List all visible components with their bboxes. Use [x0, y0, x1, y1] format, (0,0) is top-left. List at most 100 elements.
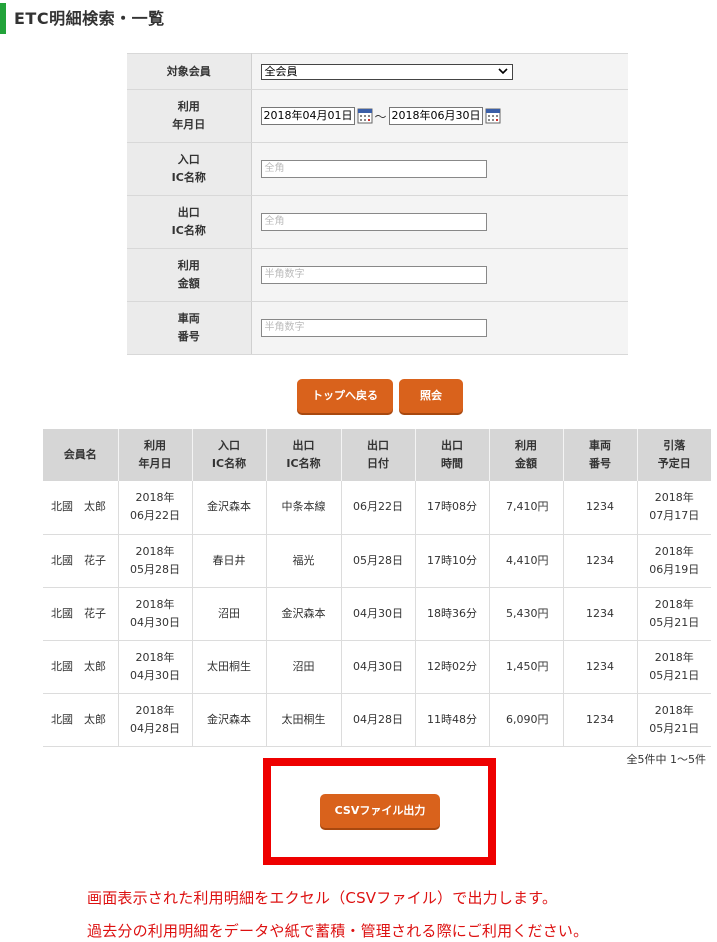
member-select-value: 全会員 — [264, 64, 298, 78]
vehicle-label-2: 番号 — [177, 330, 200, 343]
csv-note-line-2: 過去分の利用明細をデータや紙で蓄積・管理される際にご利用ください。 — [87, 922, 589, 940]
cell-vehicle: 1234 — [563, 693, 638, 747]
cell-date: 2018年 04月28日 — [118, 693, 193, 747]
cell-exit-ic: 太田桐生 — [266, 693, 342, 747]
cell-entry-ic: 春日井 — [192, 534, 267, 588]
cell-member: 北國 太郎 — [43, 481, 119, 535]
date-to-input[interactable]: 2018年06月30日 — [388, 107, 483, 125]
cell-member: 北國 花子 — [43, 587, 119, 641]
column-header: 車両 番号 — [563, 429, 638, 481]
cell-debit-date: 2018年 07月17日 — [637, 481, 711, 535]
member-select[interactable]: 全会員 — [260, 63, 513, 80]
cell-amount: 6,090円 — [489, 693, 564, 747]
cell-exit-ic: 沼田 — [266, 640, 342, 694]
form-row-vehicle: 車両番号 半角数字 — [127, 301, 628, 355]
cell-exit-time: 17時08分 — [415, 481, 490, 535]
cell-date: 2018年 05月28日 — [118, 534, 193, 588]
form-row-member: 対象会員 全会員 — [127, 53, 628, 90]
table-row: 北國 太郎 2018年 04月30日 太田桐生 沼田 04月30日 12時02分 … — [43, 640, 711, 694]
cell-amount: 1,450円 — [489, 640, 564, 694]
column-header: 出口 時間 — [415, 429, 490, 481]
table-row: 北國 太郎 2018年 04月28日 金沢森本 太田桐生 04月28日 11時48… — [43, 693, 711, 747]
amount-label-2: 金額 — [177, 277, 200, 290]
chevron-down-icon — [497, 67, 508, 74]
member-label: 対象会員 — [127, 53, 252, 90]
cell-exit-time: 17時10分 — [415, 534, 490, 588]
exit-ic-label-2: IC名称 — [171, 224, 206, 237]
column-header: 利用 年月日 — [118, 429, 193, 481]
cell-member: 北國 花子 — [43, 534, 119, 588]
column-header: 会員名 — [43, 429, 119, 481]
cell-exit-time: 12時02分 — [415, 640, 490, 694]
cell-debit-date: 2018年 05月21日 — [637, 693, 711, 747]
form-row-amount: 利用金額 半角数字 — [127, 248, 628, 302]
cell-entry-ic: 沼田 — [192, 587, 267, 641]
cell-exit-ic: 中条本線 — [266, 481, 342, 535]
cell-date: 2018年 04月30日 — [118, 587, 193, 641]
form-row-entry-ic: 入口 IC名称 全角 — [127, 142, 628, 196]
table-header-row: 会員名 利用 年月日 入口 IC名称 出口 IC名称 出口 日付 出口 時間 利用 金額 車… — [43, 429, 711, 481]
csv-export-button[interactable]: CSVファイル出力 — [320, 794, 440, 828]
cell-amount: 7,410円 — [489, 481, 564, 535]
cell-exit-date: 05月28日 — [341, 534, 416, 588]
column-header: 引落 予定日 — [637, 429, 711, 481]
amount-label-1: 利用 — [177, 259, 200, 272]
cell-date: 2018年 04月30日 — [118, 640, 193, 694]
cell-member: 北國 太郎 — [43, 640, 119, 694]
title-accent-bar — [0, 3, 6, 34]
period-label-2: 年月日 — [172, 118, 206, 131]
column-header: 出口 IC名称 — [266, 429, 342, 481]
cell-exit-ic: 福光 — [266, 534, 342, 588]
date-from-input[interactable]: 2018年04月01日 — [260, 107, 355, 125]
period-label-1: 利用 — [177, 100, 200, 113]
results-table: 会員名 利用 年月日 入口 IC名称 出口 IC名称 出口 日付 出口 時間 利用 金額 車… — [43, 429, 711, 747]
calendar-icon[interactable] — [357, 108, 373, 124]
cell-date: 2018年 06月22日 — [118, 481, 193, 535]
page-title: ETC明細検索・一覧 — [14, 9, 165, 28]
cell-debit-date: 2018年 05月21日 — [637, 587, 711, 641]
entry-ic-input[interactable]: 全角 — [260, 160, 487, 178]
table-row: 北國 花子 2018年 05月28日 春日井 福光 05月28日 17時10分 4… — [43, 534, 711, 588]
cell-debit-date: 2018年 05月21日 — [637, 640, 711, 694]
cell-vehicle: 1234 — [563, 587, 638, 641]
form-row-exit-ic: 出口 IC名称 全角 — [127, 195, 628, 249]
entry-ic-label-2: IC名称 — [171, 171, 206, 184]
column-header: 出口 日付 — [341, 429, 416, 481]
exit-ic-label-1: 出口 — [177, 206, 200, 219]
back-to-top-button[interactable]: トップへ戻る — [297, 379, 393, 413]
cell-exit-ic: 金沢森本 — [266, 587, 342, 641]
exit-ic-input[interactable]: 全角 — [260, 213, 487, 231]
search-form: 対象会員 全会員 利用 年月日 2018年04月01日 ～ 2018年06月30日… — [127, 53, 628, 355]
cell-entry-ic: 金沢森本 — [192, 693, 267, 747]
search-button[interactable]: 照会 — [399, 379, 463, 413]
cell-vehicle: 1234 — [563, 534, 638, 588]
cell-exit-date: 04月30日 — [341, 587, 416, 641]
cell-exit-date: 06月22日 — [341, 481, 416, 535]
table-row: 北國 太郎 2018年 06月22日 金沢森本 中条本線 06月22日 17時08… — [43, 481, 711, 535]
cell-amount: 5,430円 — [489, 587, 564, 641]
table-row: 北國 花子 2018年 04月30日 沼田 金沢森本 04月30日 18時36分 … — [43, 587, 711, 641]
date-range: 2018年04月01日 ～ 2018年06月30日 — [260, 107, 629, 125]
cell-debit-date: 2018年 06月19日 — [637, 534, 711, 588]
date-separator: ～ — [374, 109, 387, 124]
cell-member: 北國 太郎 — [43, 693, 119, 747]
page-header: ETC明細検索・一覧 — [0, 0, 717, 37]
vehicle-input[interactable]: 半角数字 — [260, 319, 487, 337]
cell-vehicle: 1234 — [563, 481, 638, 535]
result-count: 全5件中 1～5件 — [626, 753, 707, 766]
cell-entry-ic: 太田桐生 — [192, 640, 267, 694]
cell-exit-date: 04月30日 — [341, 640, 416, 694]
amount-input[interactable]: 半角数字 — [260, 266, 487, 284]
cell-exit-time: 11時48分 — [415, 693, 490, 747]
csv-note-line-1: 画面表示された利用明細をエクセル（CSVファイル）で出力します。 — [87, 889, 558, 907]
vehicle-label-1: 車両 — [177, 312, 200, 325]
form-row-period: 利用年月日 2018年04月01日 ～ 2018年06月30日 — [127, 89, 629, 143]
cell-amount: 4,410円 — [489, 534, 564, 588]
cell-entry-ic: 金沢森本 — [192, 481, 267, 535]
cell-exit-time: 18時36分 — [415, 587, 490, 641]
cell-vehicle: 1234 — [563, 640, 638, 694]
column-header: 入口 IC名称 — [192, 429, 267, 481]
cell-exit-date: 04月28日 — [341, 693, 416, 747]
column-header: 利用 金額 — [489, 429, 564, 481]
calendar-icon[interactable] — [485, 108, 501, 124]
